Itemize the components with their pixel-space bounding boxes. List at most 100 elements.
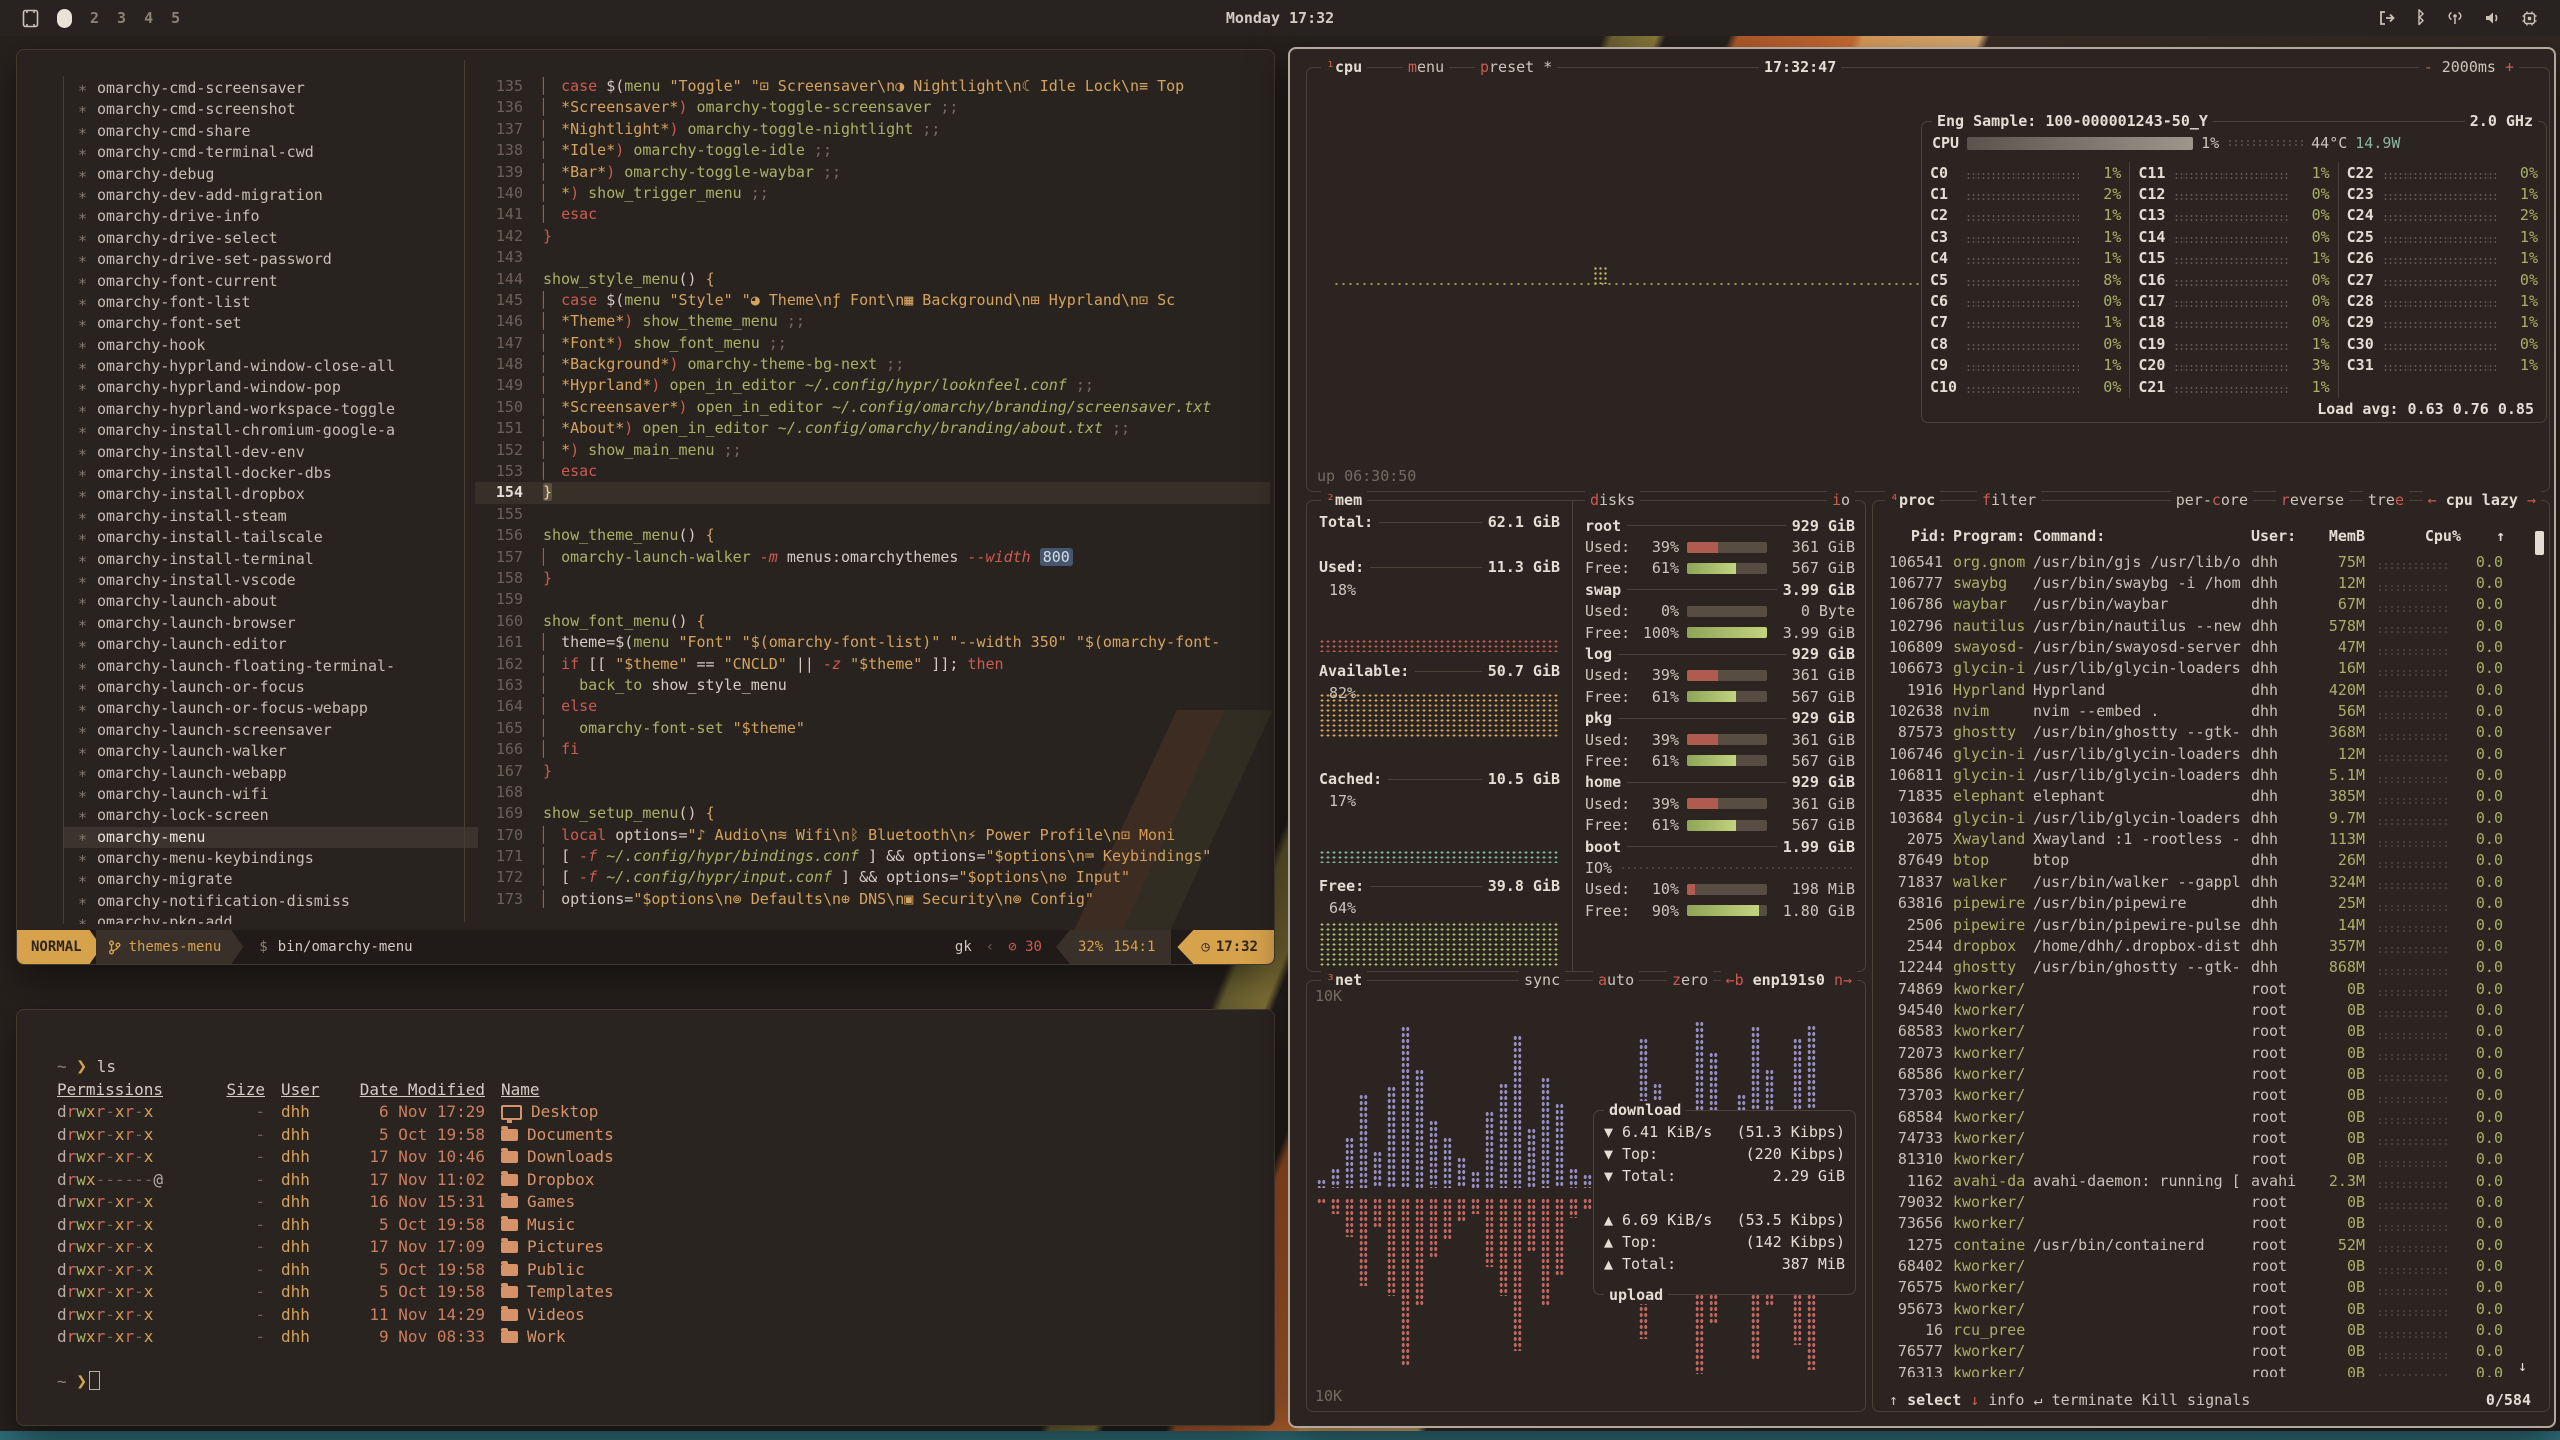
process-row[interactable]: 79032kworker/root0B0.0 (1885, 1191, 2531, 1212)
proc-scrollbar[interactable] (2535, 531, 2544, 1375)
file-item[interactable]: ∗omarchy-drive-select (78, 228, 478, 249)
process-row[interactable]: 68584kworker/root0B0.0 (1885, 1106, 2531, 1127)
code-line[interactable]: 172▏ [ -f ~/.config/hypr/input.conf ] &&… (475, 867, 1270, 888)
pane-separator[interactable] (464, 60, 465, 922)
volume-icon[interactable] (2484, 10, 2501, 26)
file-item[interactable]: ∗omarchy-menu (64, 827, 478, 848)
ls-row[interactable]: drwxr-xr-x-dhh17 Nov 10:46Downloads (57, 1146, 1274, 1169)
code-line[interactable]: 141▏ esac (475, 204, 1270, 225)
process-row[interactable]: 102796nautilus/usr/bin/nautilus --newdhh… (1885, 615, 2531, 636)
ls-row[interactable]: drwxr-xr-x-dhh9 Nov 08:33Work (57, 1326, 1274, 1349)
workspace-1-active[interactable] (57, 9, 72, 28)
code-line[interactable]: 153▏ esac (475, 461, 1270, 482)
net-auto-toggle[interactable]: auto (1593, 971, 1639, 989)
file-item[interactable]: ∗omarchy-install-steam (78, 506, 478, 527)
code-editor[interactable]: 135▏ case $(menu "Toggle" "⊡ Screensaver… (475, 76, 1270, 924)
workspace-5[interactable]: 5 (171, 9, 180, 27)
process-row[interactable]: 1162avahi-daavahi-daemon: running [avahi… (1885, 1170, 2531, 1191)
file-item[interactable]: ∗omarchy-cmd-terminal-cwd (78, 142, 478, 163)
file-item[interactable]: ∗omarchy-launch-or-focus (78, 677, 478, 698)
file-item[interactable]: ∗omarchy-launch-wifi (78, 784, 478, 805)
btop-window[interactable]: ¹cpu menu preset * 17:32:47 - 2000ms + u… (1288, 47, 2556, 1428)
update-interval[interactable]: - 2000ms + (2419, 58, 2519, 76)
file-item[interactable]: ∗omarchy-launch-browser (78, 613, 478, 634)
ls-row[interactable]: drwxr-xr-x-dhh16 Nov 15:31Games (57, 1191, 1274, 1214)
code-line[interactable]: 156show_theme_menu() { (475, 525, 1270, 546)
file-item[interactable]: ∗omarchy-drive-info (78, 206, 478, 227)
code-line[interactable]: 162▏ if [[ "$theme" == "CNCLD" || -z "$t… (475, 654, 1270, 675)
ls-row[interactable]: drwxr-xr-x-dhh17 Nov 17:09Pictures (57, 1236, 1274, 1259)
process-row[interactable]: 76577kworker/root0B0.0 (1885, 1341, 2531, 1362)
file-item[interactable]: ∗omarchy-pkg-add (78, 912, 478, 924)
process-row[interactable]: 76313kworker/root0B0.0 (1885, 1362, 2531, 1377)
preset-button[interactable]: preset * (1475, 58, 1557, 76)
file-item[interactable]: ∗omarchy-hyprland-window-pop (78, 377, 478, 398)
file-item[interactable]: ∗omarchy-install-vscode (78, 570, 478, 591)
process-row[interactable]: 106809swayosd-/usr/bin/swayosd-serverdhh… (1885, 636, 2531, 657)
ls-row[interactable]: drwxr-xr-x-dhh5 Oct 19:58Public (57, 1259, 1274, 1282)
file-item[interactable]: ∗omarchy-hyprland-window-close-all (78, 356, 478, 377)
code-line[interactable]: 155 (475, 504, 1270, 525)
code-line[interactable]: 149▏ *Hyprland*) open_in_editor ~/.confi… (475, 375, 1270, 396)
proc-tree-toggle[interactable]: tree (2363, 491, 2409, 509)
code-line[interactable]: 161▏ theme=$(menu "Font" "$(omarchy-font… (475, 632, 1270, 653)
ls-row[interactable]: drwxr-xr-x-dhh5 Oct 19:58Music (57, 1214, 1274, 1237)
net-sync-toggle[interactable]: sync (1519, 971, 1565, 989)
process-list[interactable]: 106541org.gnom/usr/bin/gjs /usr/lib/odhh… (1885, 551, 2531, 1377)
code-line[interactable]: 164▏ else (475, 696, 1270, 717)
file-item[interactable]: ∗omarchy-font-current (78, 271, 478, 292)
proc-percore-toggle[interactable]: per-core (2171, 491, 2253, 509)
code-line[interactable]: 165▏ omarchy-font-set "$theme" (475, 718, 1270, 739)
code-line[interactable]: 140▏ *) show_trigger_menu ;; (475, 183, 1270, 204)
proc-footer[interactable]: ↑ select ↓ info ↵ terminate Kill signals… (1885, 1391, 2535, 1409)
file-item[interactable]: ∗omarchy-launch-about (78, 591, 478, 612)
code-line[interactable]: 151▏ *About*) open_in_editor ~/.config/o… (475, 418, 1270, 439)
process-row[interactable]: 16rcu_preeroot0B0.0 (1885, 1319, 2531, 1340)
process-row[interactable]: 71837walker/usr/bin/walker --gappldhh324… (1885, 871, 2531, 892)
ls-row[interactable]: drwxr-xr-x-dhh11 Nov 14:29Videos (57, 1304, 1274, 1327)
file-item[interactable]: ∗omarchy-launch-webapp (78, 763, 478, 784)
file-item[interactable]: ∗omarchy-launch-floating-terminal- (78, 656, 478, 677)
apps-icon[interactable] (22, 9, 39, 28)
file-item[interactable]: ∗omarchy-cmd-screensaver (78, 78, 478, 99)
code-line[interactable]: 173▏ options="$options\n⊚ Defaults\n⊕ DN… (475, 889, 1270, 910)
code-line[interactable]: 147▏ *Font*) show_font_menu ;; (475, 333, 1270, 354)
process-row[interactable]: 87649btopbtopdhh26M0.0 (1885, 850, 2531, 871)
file-item[interactable]: ∗omarchy-launch-walker (78, 741, 478, 762)
file-tree[interactable]: ∗omarchy-cmd-screensaver∗omarchy-cmd-scr… (63, 76, 478, 924)
file-item[interactable]: ∗omarchy-notification-dismiss (78, 891, 478, 912)
network-icon[interactable] (2446, 10, 2464, 26)
process-row[interactable]: 68583kworker/root0B0.0 (1885, 1021, 2531, 1042)
file-item[interactable]: ∗omarchy-install-dev-env (78, 442, 478, 463)
prompt-line[interactable]: ~ ❯ (57, 1371, 1274, 1394)
clock[interactable]: Monday 17:32 (1226, 9, 1334, 27)
process-row[interactable]: 72073kworker/root0B0.0 (1885, 1042, 2531, 1063)
process-row[interactable]: 2075XwaylandXwayland :1 -rootless -dhh11… (1885, 828, 2531, 849)
terminal-window[interactable]: ~ ❯ lsPermissionsSizeUserDate ModifiedNa… (16, 1009, 1275, 1426)
file-item[interactable]: ∗omarchy-install-terminal (78, 549, 478, 570)
process-row[interactable]: 106777swaybg/usr/bin/swaybg -i /homdhh12… (1885, 572, 2531, 593)
process-row[interactable]: 103684glycin-i/usr/lib/glycin-loadersdhh… (1885, 807, 2531, 828)
ls-row[interactable]: drwxr-xr-x-dhh5 Oct 19:58Documents (57, 1124, 1274, 1147)
code-line[interactable]: 169show_setup_menu() { (475, 803, 1270, 824)
code-line[interactable]: 139▏ *Bar*) omarchy-toggle-waybar ;; (475, 162, 1270, 183)
proc-header[interactable]: Pid:Program:Command:User:MemBCpu%↑ (1885, 527, 2531, 545)
proc-box-title[interactable]: ⁴proc (1885, 491, 1940, 509)
file-item[interactable]: ∗omarchy-cmd-share (78, 121, 478, 142)
file-item[interactable]: ∗omarchy-cmd-screenshot (78, 99, 478, 120)
file-item[interactable]: ∗omarchy-install-docker-dbs (78, 463, 478, 484)
process-row[interactable]: 74869kworker/root0B0.0 (1885, 978, 2531, 999)
code-line[interactable]: 150▏ *Screensaver*) open_in_editor ~/.co… (475, 397, 1270, 418)
file-item[interactable]: ∗omarchy-hyprland-workspace-toggle (78, 399, 478, 420)
process-row[interactable]: 102638nvimnvim --embed .dhh56M0.0 (1885, 700, 2531, 721)
process-row[interactable]: 95673kworker/root0B0.0 (1885, 1298, 2531, 1319)
bluetooth-icon[interactable]: ᛒ (2416, 8, 2426, 28)
process-row[interactable]: 12244ghostty/usr/bin/ghostty --gtk-dhh86… (1885, 957, 2531, 978)
code-line[interactable]: 136▏ *Screensaver*) omarchy-toggle-scree… (475, 97, 1270, 118)
file-item[interactable]: ∗omarchy-install-chromium-google-a (78, 420, 478, 441)
file-item[interactable]: ∗omarchy-install-tailscale (78, 527, 478, 548)
code-line[interactable]: 137▏ *Nightlight*) omarchy-toggle-nightl… (475, 119, 1270, 140)
process-row[interactable]: 74733kworker/root0B0.0 (1885, 1127, 2531, 1148)
process-row[interactable]: 1275containe/usr/bin/containerdroot52M0.… (1885, 1234, 2531, 1255)
io-toggle[interactable]: io (1827, 491, 1855, 509)
